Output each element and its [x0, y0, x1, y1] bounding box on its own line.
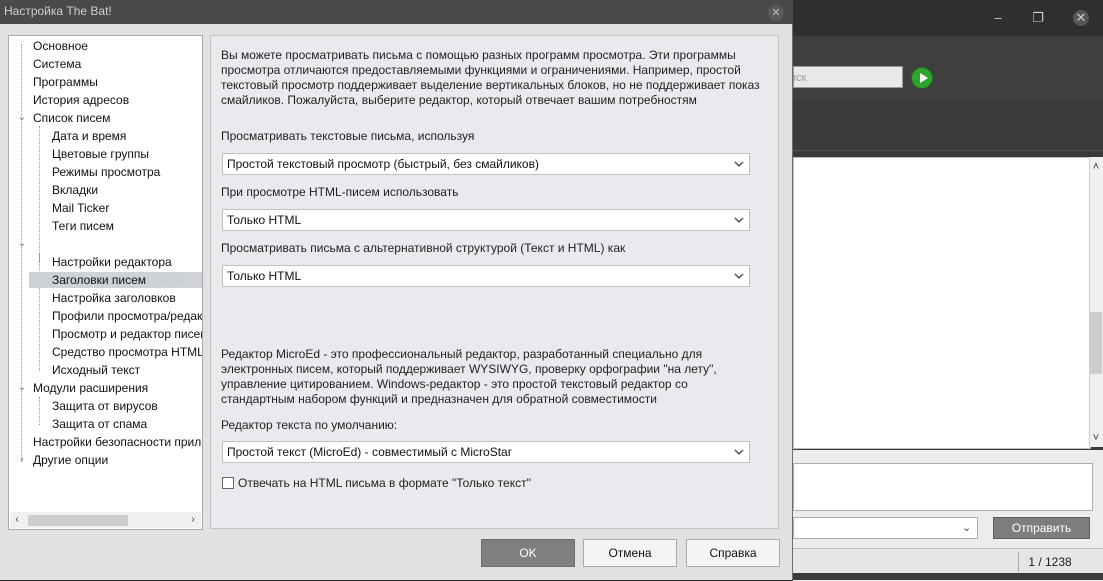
tree-item-tabs[interactable]: Вкладки — [52, 181, 98, 199]
ok-button[interactable]: OK — [481, 539, 575, 567]
tree-item-profiles[interactable]: Профили просмотра/редактора — [52, 307, 202, 325]
alt-structure-select[interactable]: Только HTML — [222, 265, 750, 287]
dialog-title: Настройка The Bat! — [4, 4, 112, 18]
close-icon[interactable]: ✕ — [1073, 10, 1089, 26]
settings-dialog: Настройка The Bat! ✕ Редактор и просмотр… — [0, 0, 793, 580]
tree-item-message-tags[interactable]: Теги писем — [52, 217, 114, 235]
plain-viewer-value: Простой текстовый просмотр (быстрый, без… — [227, 157, 539, 171]
tree-item-address-history[interactable]: История адресов — [33, 91, 129, 109]
tree-item-source-text[interactable]: Исходный текст — [52, 361, 140, 379]
tree-item-html-viewer[interactable]: Средство просмотра HTML — [52, 343, 202, 361]
intro-line-1: Вы можете просматривать письма с помощью… — [221, 48, 736, 62]
chevron-down-icon — [734, 161, 744, 167]
help-button[interactable]: Справка — [686, 539, 780, 567]
tree-item-date-time[interactable]: Дата и время — [52, 127, 126, 145]
close-icon[interactable]: ✕ — [768, 5, 784, 21]
plain-viewer-label: Просматривать текстовые письма, использу… — [221, 129, 475, 143]
collapse-arrow-icon[interactable]: ⌄ — [17, 379, 27, 397]
html-viewer-label: При просмотре HTML-писем использовать — [221, 185, 459, 199]
chevron-down-icon — [734, 217, 744, 223]
scroll-right-icon[interactable]: › — [186, 513, 200, 527]
message-list[interactable] — [793, 157, 1091, 449]
scrollbar-thumb[interactable] — [1090, 312, 1102, 374]
collapse-arrow-icon[interactable]: ⌄ — [17, 235, 27, 253]
plain-viewer-select[interactable]: Простой текстовый просмотр (быстрый, без… — [222, 153, 750, 175]
editor-desc-line-3: управление цитированием. Windows-редакто… — [221, 377, 688, 391]
tree-item-programs[interactable]: Программы — [33, 73, 98, 91]
settings-tree[interactable]: Редактор и просмотр писем ⌄ ⌄ ⌄ › Основн… — [8, 35, 203, 530]
chevron-down-icon — [734, 449, 744, 455]
tree-item-color-groups[interactable]: Цветовые группы — [52, 145, 149, 163]
settings-panel: Вы можете просматривать письма с помощью… — [210, 35, 779, 529]
intro-line-2: просмотра отличаются предоставляемыми фу… — [221, 63, 741, 77]
intro-line-4: смайликов. Пожалуйста, выберите редактор… — [221, 93, 697, 107]
main-tab-strip — [793, 100, 1103, 151]
account-select[interactable] — [793, 517, 978, 539]
alt-structure-value: Только HTML — [227, 269, 302, 283]
dialog-titlebar: Настройка The Bat! ✕ — [0, 0, 793, 24]
html-viewer-select[interactable]: Только HTML — [222, 209, 750, 231]
minimize-icon[interactable]: – — [990, 10, 1006, 26]
scroll-left-icon[interactable]: ‹ — [10, 513, 24, 527]
tree-item-viewer-editor[interactable]: Просмотр и редактор писем — [52, 325, 202, 343]
maximize-icon[interactable]: ❐ — [1030, 10, 1046, 26]
tree-item-other-options[interactable]: Другие опции — [33, 451, 108, 469]
tree-item-mail-ticker[interactable]: Mail Ticker — [52, 199, 109, 217]
search-go-button[interactable] — [911, 67, 933, 89]
tree-item-message-list[interactable]: Список писем — [33, 109, 110, 127]
tree-item-plugins[interactable]: Модули расширения — [33, 379, 148, 397]
main-window-titlebar: – ❐ ✕ — [793, 0, 1103, 36]
tree-item-view-modes[interactable]: Режимы просмотра — [52, 163, 160, 181]
chevron-down-icon: ⌄ — [962, 522, 972, 534]
default-editor-select[interactable]: Простой текст (MicroEd) - совместимый с … — [222, 441, 750, 463]
collapse-arrow-icon[interactable]: ⌄ — [17, 109, 27, 127]
tree-item-general[interactable]: Основное — [33, 37, 88, 55]
chevron-down-icon[interactable]: ˅ — [1089, 431, 1103, 445]
message-list-scrollbar[interactable] — [1089, 157, 1103, 447]
intro-line-3: текстовый просмотр поддерживает выделени… — [221, 78, 760, 92]
default-editor-value: Простой текст (MicroEd) - совместимый с … — [227, 445, 512, 459]
taskbar-strip — [793, 573, 1103, 580]
reply-plain-text-checkbox[interactable] — [222, 477, 234, 489]
html-viewer-value: Только HTML — [227, 213, 302, 227]
quick-reply-input[interactable] — [793, 463, 1093, 511]
alt-structure-label: Просматривать письма с альтернативной ст… — [221, 241, 626, 255]
cancel-button[interactable]: Отмена — [583, 539, 677, 567]
tree-item-security[interactable]: Настройки безопасности приложения — [33, 433, 202, 451]
tree-item-system[interactable]: Система — [33, 55, 81, 73]
message-counter: 1 / 1238 — [1018, 552, 1081, 572]
send-button[interactable]: Отправить — [993, 517, 1090, 539]
editor-desc-line-2: электронных писем, который поддерживает … — [221, 362, 717, 376]
editor-desc-line-1: Редактор MicroEd - это профессиональный … — [221, 347, 703, 361]
default-editor-label: Редактор текста по умолчанию: — [221, 418, 398, 432]
tree-horizontal-scrollbar[interactable]: ‹ › — [10, 512, 201, 528]
editor-desc-line-4: стандартным набором функций и предназнач… — [221, 392, 657, 406]
tree-item-header-setup[interactable]: Настройка заголовков — [52, 289, 176, 307]
expand-arrow-icon[interactable]: › — [17, 451, 27, 469]
tree-item-editor-settings[interactable]: Настройки редактора — [52, 253, 172, 271]
search-input[interactable]: иск — [793, 66, 903, 88]
scrollbar-thumb[interactable] — [28, 515, 128, 526]
tree-item-antispam[interactable]: Защита от спама — [52, 415, 147, 433]
chevron-down-icon — [734, 273, 744, 279]
reply-plain-text-label[interactable]: Отвечать на HTML письма в формате "Тольк… — [238, 476, 531, 491]
chevron-up-icon[interactable]: ˄ — [1089, 160, 1103, 174]
tree-item-message-headers[interactable]: Заголовки писем — [52, 271, 146, 289]
tree-item-antivirus[interactable]: Защита от вирусов — [52, 397, 158, 415]
